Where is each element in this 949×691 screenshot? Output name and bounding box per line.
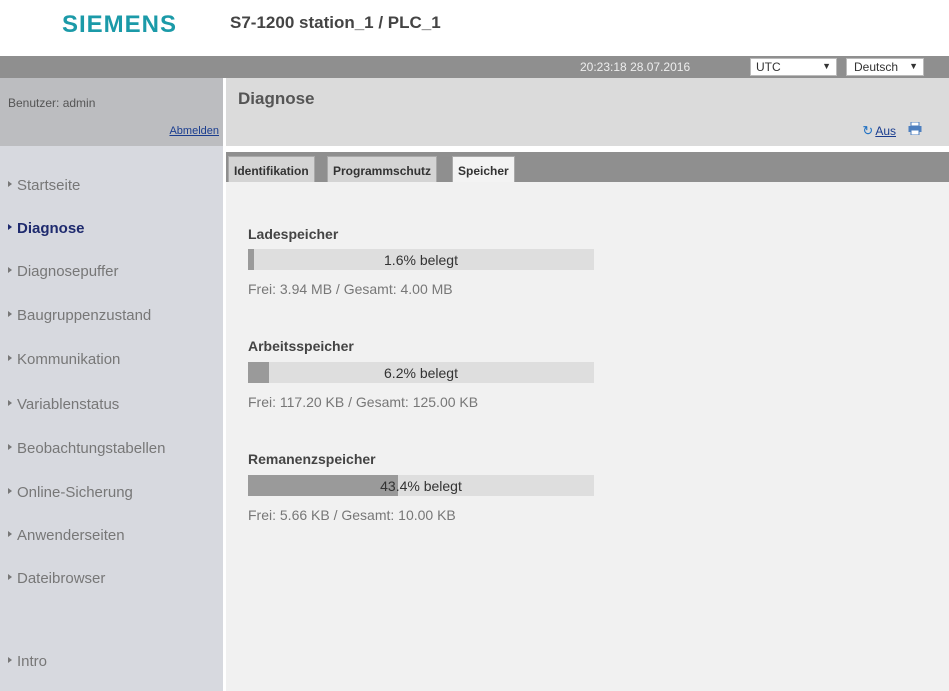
memory-usage-label: 1.6% belegt bbox=[384, 252, 458, 268]
chevron-right-icon bbox=[8, 355, 12, 362]
sidebar-item-label: Diagnose bbox=[17, 220, 85, 237]
memory-free-text: Frei: 3.94 MB / Gesamt: 4.00 MB bbox=[248, 281, 453, 297]
sidebar: Benutzer: admin Abmelden Startseite Diag… bbox=[0, 78, 223, 691]
sidebar-item-intro[interactable]: Intro bbox=[8, 653, 47, 670]
chevron-right-icon bbox=[8, 400, 12, 407]
chevron-right-icon bbox=[8, 311, 12, 318]
chevron-right-icon bbox=[8, 488, 12, 495]
language-value: Deutsch bbox=[854, 60, 899, 74]
dropdown-arrow-icon: ▼ bbox=[822, 61, 831, 71]
language-select[interactable]: Deutsch ▼ bbox=[846, 58, 924, 76]
memory-title: Arbeitsspeicher bbox=[248, 338, 354, 354]
sidebar-item-label: Diagnosepuffer bbox=[17, 263, 119, 280]
chevron-right-icon bbox=[8, 574, 12, 581]
tab-speicher[interactable]: Speicher bbox=[452, 156, 515, 182]
sidebar-item-kommunikation[interactable]: Kommunikation bbox=[8, 351, 120, 368]
sidebar-item-label: Beobachtungstabellen bbox=[17, 440, 166, 457]
clock-time: 20:23:18 bbox=[580, 60, 627, 74]
chevron-right-icon bbox=[8, 267, 12, 274]
dropdown-arrow-icon: ▼ bbox=[909, 61, 918, 71]
sidebar-item-dateibrowser[interactable]: Dateibrowser bbox=[8, 570, 105, 587]
sidebar-item-label: Kommunikation bbox=[17, 351, 121, 368]
clock-date: 28.07.2016 bbox=[630, 60, 691, 74]
chevron-right-icon bbox=[8, 657, 12, 664]
sidebar-item-label: Dateibrowser bbox=[17, 570, 106, 587]
sidebar-item-anwenderseiten[interactable]: Anwenderseiten bbox=[8, 527, 125, 544]
timezone-value: UTC bbox=[756, 60, 781, 74]
memory-usage-bar: 6.2% belegt bbox=[248, 362, 594, 383]
station-title: S7-1200 station_1 / PLC_1 bbox=[230, 13, 441, 32]
memory-free-text: Frei: 117.20 KB / Gesamt: 125.00 KB bbox=[248, 394, 479, 410]
memory-usage-label: 43.4% belegt bbox=[380, 478, 462, 494]
sidebar-item-diagnosepuffer[interactable]: Diagnosepuffer bbox=[8, 263, 118, 280]
sidebar-item-variablenstatus[interactable]: Variablenstatus bbox=[8, 396, 119, 413]
sidebar-item-online-sicherung[interactable]: Online-Sicherung bbox=[8, 484, 133, 501]
tab-programmschutz[interactable]: Programmschutz bbox=[327, 156, 438, 182]
chevron-right-icon bbox=[8, 224, 12, 231]
memory-usage-bar: 43.4% belegt bbox=[248, 475, 594, 496]
memory-panel: Ladespeicher 1.6% belegt Frei: 3.94 MB /… bbox=[226, 182, 949, 691]
chevron-right-icon bbox=[8, 444, 12, 451]
siemens-logo: SIEMENS bbox=[62, 11, 178, 38]
clock: 20:23:18 28.07.2016 bbox=[580, 60, 690, 74]
tab-strip: Identifikation Programmschutz Speicher bbox=[226, 152, 949, 182]
chevron-right-icon bbox=[8, 181, 12, 188]
sidebar-item-label: Startseite bbox=[17, 177, 81, 194]
sidebar-item-label: Online-Sicherung bbox=[17, 484, 133, 501]
page-title: Diagnose bbox=[238, 89, 315, 108]
sidebar-item-beobachtungstabellen[interactable]: Beobachtungstabellen bbox=[8, 440, 165, 457]
chevron-right-icon bbox=[8, 531, 12, 538]
auto-refresh-toggle[interactable]: ↻ Aus bbox=[862, 123, 896, 139]
memory-usage-bar: 1.6% belegt bbox=[248, 249, 594, 270]
memory-usage-label: 6.2% belegt bbox=[384, 365, 458, 381]
logout-link[interactable]: Abmelden bbox=[169, 125, 219, 137]
content-header: Diagnose ↻ Aus bbox=[226, 78, 949, 146]
sidebar-item-startseite[interactable]: Startseite bbox=[8, 177, 80, 194]
sidebar-item-baugruppenzustand[interactable]: Baugruppenzustand bbox=[8, 307, 151, 324]
status-bar: 20:23:18 28.07.2016 UTC ▼ Deutsch ▼ bbox=[0, 56, 949, 78]
memory-free-text: Frei: 5.66 KB / Gesamt: 10.00 KB bbox=[248, 507, 456, 523]
user-box: Benutzer: admin Abmelden bbox=[0, 78, 223, 146]
sidebar-item-label: Anwenderseiten bbox=[17, 527, 125, 544]
memory-title: Ladespeicher bbox=[248, 226, 339, 242]
refresh-icon: ↻ bbox=[862, 123, 874, 138]
sidebar-item-label: Intro bbox=[17, 653, 48, 670]
tab-identifikation[interactable]: Identifikation bbox=[228, 156, 315, 182]
memory-title: Remanenzspeicher bbox=[248, 451, 376, 467]
sidebar-item-diagnose[interactable]: Diagnose bbox=[8, 220, 85, 237]
auto-refresh-label: Aus bbox=[875, 124, 896, 138]
sidebar-item-label: Variablenstatus bbox=[17, 396, 120, 413]
timezone-select[interactable]: UTC ▼ bbox=[750, 58, 837, 76]
print-icon[interactable] bbox=[908, 122, 922, 135]
header: SIEMENS S7-1200 station_1 / PLC_1 bbox=[0, 0, 949, 56]
sidebar-item-label: Baugruppenzustand bbox=[17, 307, 152, 324]
user-label: Benutzer: admin bbox=[8, 96, 96, 110]
